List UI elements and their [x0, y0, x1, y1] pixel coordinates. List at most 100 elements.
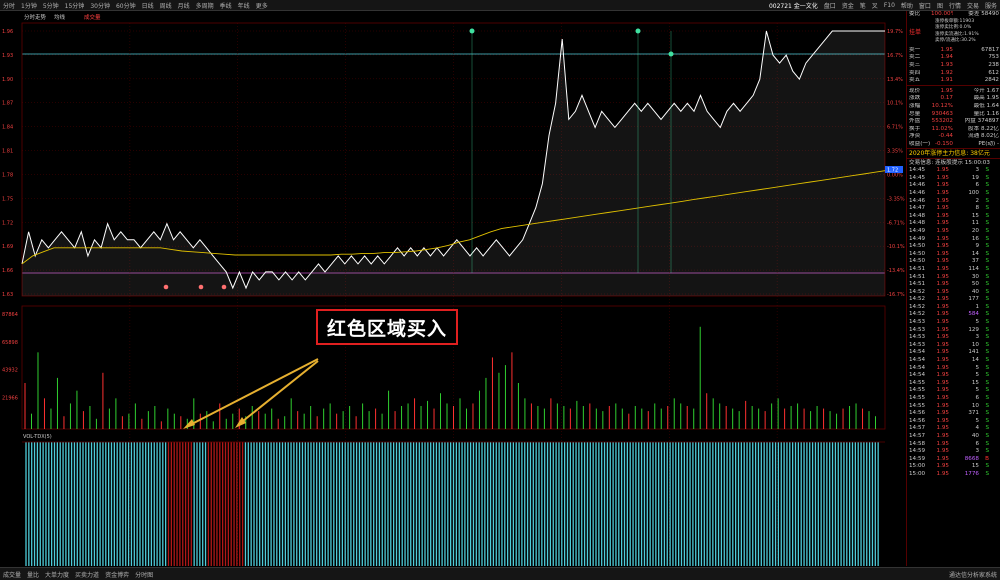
tick-row-9-cell-0: 14:49 [909, 235, 926, 242]
tick-row-35-cell-2: 40 [971, 432, 979, 439]
menu-item-11[interactable]: 年线 [235, 1, 253, 10]
tick-row-20: 14:53 1.95 5 S [907, 319, 1000, 327]
bottom-tab-3[interactable]: 买卖力道 [72, 570, 102, 579]
menu-item-5[interactable]: 60分钟 [113, 1, 139, 10]
tick-row-27-cell-0: 14:54 [909, 372, 926, 379]
menu-item-12[interactable]: 更多 [253, 1, 271, 10]
menu-item-3[interactable]: 15分钟 [62, 1, 88, 10]
tick-row-9: 14:49 1.95 16 S [907, 235, 1000, 243]
menu-item-8[interactable]: 月线 [175, 1, 193, 10]
bottom-tab-0[interactable]: 成交量 [0, 570, 24, 579]
stat-row-4: 外盘 553202 内盘 374897 [907, 118, 1000, 126]
tick-row-21-cell-1: 1.95 [936, 326, 949, 333]
tick-row-9-cell-1: 1.95 [936, 235, 949, 242]
pct-tick-4: 6.71% [887, 125, 903, 131]
low-dot-0 [163, 284, 169, 290]
menu-item-0[interactable]: 分时 [0, 1, 18, 10]
tick-row-27-cell-1: 1.95 [936, 372, 949, 379]
stat-row-6-cell-2: 流通 8.02亿 [967, 133, 999, 140]
tick-row-1-cell-1: 1.95 [936, 174, 949, 181]
tick-row-28: 14:55 1.95 15 S [907, 380, 1000, 388]
order-ratio: 委比 100.00% 委差 58490 [907, 11, 1000, 19]
stat-row-1-cell-2: 最高 1.95 [973, 95, 999, 102]
tick-row-21-cell-0: 14:53 [909, 326, 926, 333]
tick-row-7-cell-0: 14:48 [909, 220, 926, 227]
intraday-chart-area: 分时走势 均线 成交量 1.96 19.7% 1.93 16.7% 1.90 13.4% 1.87… [0, 11, 905, 575]
tick-row-6-cell-2: 15 [971, 212, 979, 219]
tick-row-25: 14:54 1.95 14 S [907, 357, 1000, 365]
top-right-item-0[interactable]: 盘口 [821, 1, 839, 10]
tick-row-38: 14:59 1.95 8668 B [907, 455, 1000, 463]
tick-row-5-cell-2: 8 [975, 205, 979, 212]
tick-row-25-cell-2: 14 [971, 357, 979, 364]
top-right-item-2[interactable]: 笔 [857, 1, 869, 10]
tick-row-11: 14:50 1.95 14 S [907, 250, 1000, 258]
tick-row-19-cell-0: 14:52 [909, 311, 926, 318]
tick-row-33-cell-3: S [985, 417, 989, 424]
menu-item-6[interactable]: 日线 [139, 1, 157, 10]
stat-row-7: 收益(一) -0.150 PE(动) - [907, 141, 1000, 149]
vol-tick-2: 43932 [2, 368, 18, 374]
tick-row-32-cell-1: 1.95 [936, 410, 949, 417]
top-right-item-1[interactable]: 资金 [839, 1, 857, 10]
stat-row-4-cell-2: 内盘 374897 [964, 118, 999, 125]
top-right-item-10[interactable]: 服务 [982, 1, 1000, 10]
tick-row-2-cell-2: 6 [975, 182, 979, 189]
top-right-item-7[interactable]: 图 [934, 1, 946, 10]
menu-item-10[interactable]: 季线 [217, 1, 235, 10]
price-tick-1: 1.93 [2, 53, 13, 59]
tick-row-8-cell-3: S [985, 227, 989, 234]
pct-tick-3: 10.1% [887, 101, 903, 107]
bottom-tab-4[interactable]: 资金博弈 [102, 570, 132, 579]
stat-row-5-cell-2: 股本 8.22亿 [967, 125, 999, 132]
tick-row-9-cell-2: 16 [971, 235, 979, 242]
bottom-tab-2[interactable]: 大单力度 [42, 570, 72, 579]
tick-row-32-cell-0: 14:56 [909, 410, 926, 417]
tick-row-28-cell-3: S [985, 379, 989, 386]
menu-item-7[interactable]: 周线 [157, 1, 175, 10]
tick-row-0-cell-3: S [985, 167, 989, 174]
tick-row-40-cell-0: 15:00 [909, 470, 926, 477]
tick-row-0-cell-1: 1.95 [936, 167, 949, 174]
ask-row-1-cell-2: 753 [988, 54, 999, 61]
tick-row-4-cell-3: S [985, 197, 989, 204]
tick-row-23-cell-3: S [985, 341, 989, 348]
tick-row-7-cell-3: S [985, 220, 989, 227]
top-right-item-4[interactable]: F10 [881, 2, 898, 9]
top-right-item-5[interactable]: 帮助 [898, 1, 916, 10]
pct-tick-9: -10.1% [887, 244, 905, 250]
tick-row-17-cell-1: 1.95 [936, 296, 949, 303]
ask-row-1-cell-1: 1.94 [940, 54, 953, 61]
tick-row-31: 14:55 1.95 10 S [907, 402, 1000, 410]
tick-row-0: 14:45 1.95 3 S [907, 167, 1000, 175]
tick-row-23-cell-2: 10 [971, 341, 979, 348]
top-right-item-3[interactable]: 叉 [869, 1, 881, 10]
tick-row-31-cell-2: 10 [971, 402, 979, 409]
bottom-tab-1[interactable]: 量比 [24, 570, 42, 579]
top-right-item-6[interactable]: 窗口 [916, 1, 934, 10]
order-label: 挂单 [909, 28, 922, 36]
tick-row-29-cell-2: 5 [975, 387, 979, 394]
tick-row-0-cell-2: 3 [975, 167, 979, 174]
menu-item-9[interactable]: 多周期 [193, 1, 217, 10]
tick-row-2-cell-3: S [985, 182, 989, 189]
tick-row-15-cell-1: 1.95 [936, 281, 949, 288]
tick-row-7-cell-2: 11 [971, 220, 979, 227]
menu-item-1[interactable]: 1分钟 [18, 1, 40, 10]
tick-row-25-cell-0: 14:54 [909, 357, 926, 364]
stat-row-4-cell-0: 外盘 [909, 118, 921, 125]
tick-row-10-cell-2: 9 [975, 243, 979, 250]
menu-item-4[interactable]: 30分钟 [87, 1, 113, 10]
top-right-item-9[interactable]: 交易 [964, 1, 982, 10]
order-info: 涨停板单额:11903 涨停卖比例:0.0% 涨停卖流通比:1.91% 卖停/流通比:… [935, 19, 979, 47]
top-right-item-8[interactable]: 行情 [946, 1, 964, 10]
tick-row-8-cell-1: 1.95 [936, 227, 949, 234]
tick-row-40-cell-3: S [985, 470, 989, 477]
bottom-tab-5[interactable]: 分时图 [132, 570, 156, 579]
tick-row-16-cell-1: 1.95 [936, 288, 949, 295]
tick-row-8-cell-0: 14:49 [909, 227, 926, 234]
vol-tick-3: 21966 [2, 395, 18, 401]
tick-row-26-cell-1: 1.95 [936, 364, 949, 371]
tick-row-2-cell-1: 1.95 [936, 182, 949, 189]
menu-item-2[interactable]: 5分钟 [40, 1, 62, 10]
